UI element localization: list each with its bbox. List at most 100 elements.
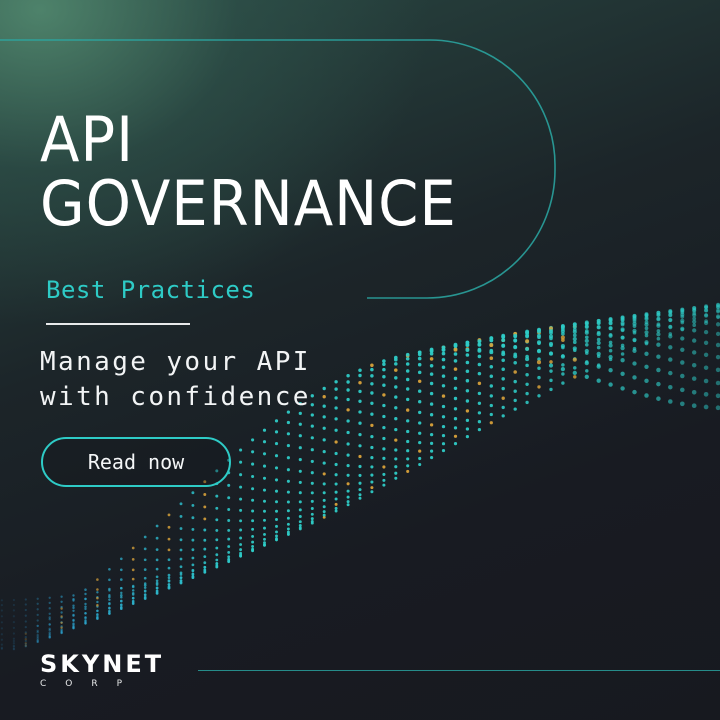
particle-dot [370, 473, 374, 477]
particle-dot [84, 602, 87, 606]
particle-dot [0, 599, 4, 602]
particle-dot [215, 528, 219, 532]
particle-dot [191, 491, 195, 495]
particle-dot [394, 471, 398, 475]
particle-dot [489, 384, 494, 388]
particle-dot [584, 348, 589, 354]
particle-dot [549, 378, 553, 383]
particle-dot [680, 309, 685, 314]
particle-dot [608, 320, 613, 325]
particle-dot [239, 460, 243, 464]
particle-dot [251, 527, 255, 531]
particle-dot [596, 378, 601, 383]
particle-dot [298, 515, 302, 518]
particle-dot [322, 498, 326, 502]
particle-dot [60, 629, 63, 633]
particle-dot [680, 326, 685, 331]
particle-dot [191, 568, 195, 572]
particle-dot [394, 406, 398, 410]
particle-dot [465, 427, 470, 431]
particle-dot [155, 579, 159, 582]
particle-dot [286, 468, 290, 472]
particle-dot [465, 360, 470, 365]
particle-dot [251, 509, 255, 513]
particle-dot [561, 381, 565, 385]
particle-dot [644, 322, 649, 327]
particle-dot [358, 481, 362, 485]
particle-dot [584, 324, 589, 330]
particle-dot [536, 349, 542, 354]
particle-dot [24, 638, 27, 641]
particle-dot [382, 425, 386, 430]
particle-dot [84, 592, 87, 596]
particle-dot [131, 589, 135, 592]
particle-dot [215, 538, 219, 542]
particle-dot [692, 323, 697, 328]
particle-dot [644, 393, 649, 398]
particle-dot [465, 369, 470, 373]
particle-dot [36, 624, 39, 628]
particle-dot [286, 509, 290, 513]
particle-dot [453, 386, 458, 391]
particle-dot [155, 589, 159, 593]
read-now-button[interactable]: Read now [41, 437, 231, 487]
particle-dot [179, 557, 183, 561]
particle-dot [263, 537, 266, 541]
particle-dot [24, 632, 27, 635]
particle-dot [203, 505, 207, 509]
particle-dot [477, 381, 482, 386]
particle-dot [358, 488, 362, 492]
particle-dot [275, 534, 278, 538]
particle-dot [715, 342, 720, 348]
particle-dot [465, 418, 470, 423]
particle-dot [465, 379, 470, 383]
particle-dot [36, 613, 39, 617]
particle-dot [679, 401, 685, 407]
particle-dot [227, 555, 231, 559]
particle-dot [143, 568, 147, 571]
particle-dot [406, 408, 410, 412]
tagline: Manage your API with confidence [40, 345, 311, 415]
particle-dot [274, 454, 279, 458]
particle-dot [155, 536, 159, 540]
particle-dot [96, 600, 99, 604]
particle-dot [703, 378, 709, 384]
particle-dot [537, 385, 541, 389]
particle-dot [691, 350, 697, 355]
particle-dot [382, 478, 386, 482]
particle-dot [716, 304, 720, 309]
particle-dot [346, 464, 350, 468]
particle-dot [48, 612, 51, 615]
particle-dot [179, 576, 183, 579]
particle-dot [370, 445, 374, 450]
particle-dot [203, 538, 207, 542]
particle-dot [489, 365, 494, 369]
particle-dot [525, 333, 530, 338]
particle-dot [274, 500, 279, 504]
particle-dot [489, 343, 494, 348]
particle-dot [167, 566, 171, 570]
particle-dot [489, 412, 493, 417]
particle-dot [405, 352, 410, 357]
particle-dot [692, 319, 697, 324]
particle-dot [286, 432, 290, 436]
particle-dot [537, 375, 541, 380]
particle-dot [203, 569, 207, 572]
particle-dot [441, 394, 446, 398]
particle-dot [596, 325, 601, 330]
particle-dot [239, 497, 243, 501]
particle-dot [84, 616, 87, 620]
particle-dot [12, 632, 16, 635]
particle-dot [573, 366, 577, 370]
particle-dot [0, 609, 4, 612]
particle-dot [608, 343, 613, 348]
particle-dot [525, 391, 529, 396]
particle-dot [310, 413, 314, 417]
particle-dot [429, 402, 434, 406]
particle-dot [394, 368, 398, 372]
particle-dot [346, 380, 350, 384]
particle-dot [465, 343, 470, 348]
particle-dot [167, 513, 171, 517]
particle-dot [0, 638, 4, 641]
particle-dot [155, 524, 159, 528]
